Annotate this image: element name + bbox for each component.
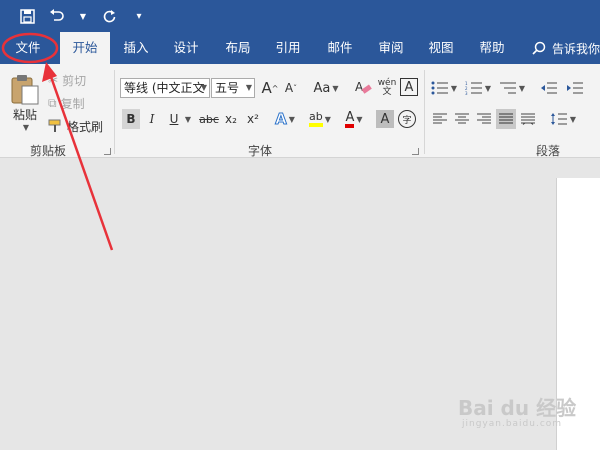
clipboard-dialog-launcher[interactable]	[104, 148, 111, 155]
save-icon[interactable]	[16, 5, 38, 27]
text-effects-button[interactable]: A ▼	[274, 109, 296, 129]
line-spacing-icon	[550, 113, 567, 125]
italic-button[interactable]: I	[144, 109, 160, 129]
phonetic-guide-label: wén 文	[377, 78, 397, 97]
chevron-down-icon: ▼	[200, 83, 207, 92]
tab-file[interactable]: 文件	[2, 32, 54, 64]
font-color-button[interactable]: A ▼	[340, 109, 368, 129]
distributed-icon	[521, 113, 535, 125]
underline-dropdown-icon[interactable]: ▼	[182, 109, 192, 129]
align-right-button[interactable]	[474, 109, 494, 129]
tab-help[interactable]: 帮助	[470, 32, 514, 64]
svg-text:3: 3	[465, 91, 468, 95]
phonetic-guide-button[interactable]: wén 文	[376, 76, 398, 100]
multilevel-list-button[interactable]: ▼	[498, 78, 526, 98]
watermark-sub: jingyan.baidu.com	[462, 419, 563, 429]
copy-label: 复制	[60, 96, 85, 111]
enclose-characters-button[interactable]: 字	[398, 110, 416, 128]
change-case-button[interactable]: Aa ▼	[310, 76, 342, 100]
line-spacing-button[interactable]: ▼	[548, 109, 578, 129]
font-color-icon: A	[345, 111, 355, 128]
search-icon	[532, 41, 546, 55]
distributed-button[interactable]	[518, 109, 538, 129]
highlight-color-button[interactable]: ab ▼	[306, 109, 334, 129]
pinyin-text: wén	[377, 78, 397, 88]
strikethrough-button[interactable]: abc	[198, 109, 220, 129]
decrease-indent-icon	[541, 82, 557, 94]
decrease-indent-button[interactable]	[538, 78, 560, 98]
subscript-button[interactable]: x₂	[222, 109, 240, 129]
tab-home[interactable]: 开始	[60, 32, 110, 64]
font-size-value: 五号	[215, 81, 240, 95]
format-painter-icon	[48, 119, 61, 132]
font-group-label: 字体	[248, 144, 273, 158]
align-right-icon	[477, 113, 491, 124]
tab-references[interactable]: 引用	[266, 32, 310, 64]
change-case-label: Aa	[313, 80, 331, 96]
quick-access-toolbar: ▼ ▾	[0, 0, 600, 32]
cut-label: 剪切	[62, 73, 87, 88]
eraser-icon: A	[355, 80, 372, 94]
paste-label: 粘贴	[12, 107, 37, 122]
justify-button[interactable]	[496, 109, 516, 129]
group-divider	[114, 70, 115, 154]
numbering-button[interactable]: 1 2 3 ▼	[464, 78, 492, 98]
copy-button[interactable]: ⧉ 复制	[48, 93, 98, 113]
tab-review[interactable]: 审阅	[369, 32, 413, 64]
clipboard-icon	[11, 75, 39, 105]
cut-button[interactable]: ✂ 剪切	[48, 70, 98, 90]
format-painter-button[interactable]: 格式刷	[48, 116, 108, 136]
tell-me-label: 告诉我你	[552, 41, 600, 56]
tab-mailings[interactable]: 邮件	[318, 32, 362, 64]
copy-icon: ⧉	[48, 95, 57, 110]
paragraph-group-label: 段落	[536, 144, 561, 158]
undo-icon[interactable]	[46, 5, 68, 27]
increase-indent-icon	[567, 82, 583, 94]
align-center-icon	[455, 113, 469, 124]
ribbon-tab-bar: 文件 开始 插入 设计 布局 引用 邮件 审阅 视图 帮助 告诉我你	[0, 32, 600, 64]
numbering-icon: 123	[465, 81, 482, 95]
multilevel-list-icon	[499, 82, 516, 94]
paste-dropdown-icon[interactable]: ▼	[18, 122, 32, 132]
watermark-main: Bai du 经验	[458, 396, 577, 420]
justify-icon	[499, 113, 513, 124]
ribbon-home: 粘贴 ▼ ✂ 剪切 ⧉ 复制 格式刷 剪贴板 等线 (中文正文 ▼ 五号 ▼ A…	[0, 64, 600, 158]
align-center-button[interactable]	[452, 109, 472, 129]
clipboard-group-label: 剪贴板	[30, 144, 67, 158]
paste-button[interactable]	[8, 72, 42, 106]
undo-dropdown-icon[interactable]: ▼	[76, 5, 90, 27]
font-dialog-launcher[interactable]	[412, 148, 419, 155]
font-name-combo[interactable]: 等线 (中文正文 ▼	[120, 78, 210, 98]
customize-qat-icon[interactable]: ▾	[128, 5, 150, 27]
text-effects-icon: A	[275, 110, 288, 129]
character-border-button[interactable]: A	[400, 78, 418, 96]
character-shading-button[interactable]: A	[376, 110, 394, 128]
tab-design[interactable]: 设计	[164, 32, 208, 64]
bullets-icon	[431, 81, 448, 95]
tab-layout[interactable]: 布局	[216, 32, 260, 64]
align-left-icon	[433, 113, 447, 124]
bold-button[interactable]: B	[122, 109, 140, 129]
underline-button[interactable]: U	[166, 109, 182, 129]
format-painter-label: 格式刷	[67, 119, 104, 134]
font-size-combo[interactable]: 五号 ▼	[211, 78, 255, 98]
tab-view[interactable]: 视图	[419, 32, 463, 64]
tell-me-search[interactable]: 告诉我你	[532, 32, 600, 64]
chevron-down-icon: ▼	[245, 83, 252, 92]
highlighter-icon: ab	[309, 111, 323, 127]
svg-text:A: A	[355, 80, 364, 94]
shrink-font-button[interactable]: Aˇ	[282, 76, 300, 100]
scissors-icon: ✂	[48, 73, 59, 87]
grow-font-button[interactable]: A ^	[260, 76, 280, 100]
align-left-button[interactable]	[430, 109, 450, 129]
baidu-watermark: Bai du 经验 jingyan.baidu.com	[458, 392, 576, 429]
redo-icon[interactable]	[98, 5, 120, 27]
superscript-button[interactable]: x²	[244, 109, 262, 129]
font-name-value: 等线 (中文正文	[124, 81, 205, 95]
increase-indent-button[interactable]	[564, 78, 586, 98]
group-divider	[424, 70, 425, 154]
tab-insert[interactable]: 插入	[114, 32, 158, 64]
bullets-button[interactable]: ▼	[430, 78, 458, 98]
clear-formatting-button[interactable]: A	[352, 76, 374, 100]
